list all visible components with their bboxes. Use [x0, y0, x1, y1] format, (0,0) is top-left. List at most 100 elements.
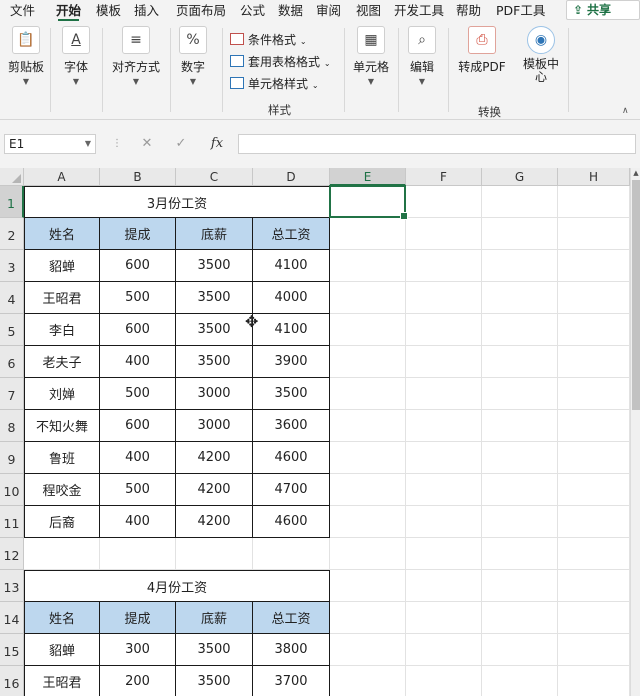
april-salary-data-cell[interactable]: 3700 [253, 666, 330, 696]
row-header-4[interactable]: 4 [0, 282, 24, 314]
april-salary-header-cell[interactable]: 提成 [100, 602, 176, 634]
row-header-3[interactable]: 3 [0, 250, 24, 282]
march-salary-title[interactable]: 3月份工资 [24, 186, 330, 218]
tab-2[interactable]: 模板 [96, 0, 121, 22]
scroll-up-icon[interactable]: ▲ [631, 168, 640, 178]
march-salary-data-cell[interactable]: 不知火舞 [24, 410, 100, 442]
march-salary-header-cell[interactable]: 总工资 [253, 218, 330, 250]
column-header-E[interactable]: E [330, 168, 406, 186]
row-header-16[interactable]: 16 [0, 666, 24, 696]
april-salary-title[interactable]: 4月份工资 [24, 570, 330, 602]
font-button[interactable]: A 字体 ▼ [58, 26, 94, 86]
april-salary-header-cell[interactable]: 总工资 [253, 602, 330, 634]
march-salary-header-cell[interactable]: 提成 [100, 218, 176, 250]
march-salary-data-cell[interactable]: 老夫子 [24, 346, 100, 378]
cells-button[interactable]: ▦ 单元格 ▼ [350, 26, 392, 86]
formula-input[interactable] [238, 134, 636, 154]
march-salary-data-cell[interactable]: 600 [100, 410, 176, 442]
april-salary-data-cell[interactable]: 3500 [176, 666, 253, 696]
tab-4[interactable]: 页面布局 [176, 0, 226, 22]
april-salary-header-cell[interactable]: 姓名 [24, 602, 100, 634]
drag-handle-icon[interactable]: ⋮ [112, 138, 122, 149]
column-header-D[interactable]: D [253, 168, 330, 186]
insert-function-icon[interactable]: fx [206, 134, 228, 154]
tab-9[interactable]: 开发工具 [394, 0, 444, 22]
march-salary-data-cell[interactable]: 王昭君 [24, 282, 100, 314]
march-salary-data-cell[interactable]: 600 [100, 314, 176, 346]
row-header-12[interactable]: 12 [0, 538, 24, 570]
column-header-A[interactable]: A [24, 168, 100, 186]
row-header-6[interactable]: 6 [0, 346, 24, 378]
march-salary-data-cell[interactable]: 后裔 [24, 506, 100, 538]
march-salary-data-cell[interactable]: 3000 [176, 410, 253, 442]
march-salary-data-cell[interactable]: 500 [100, 378, 176, 410]
march-salary-data-cell[interactable]: 3600 [253, 410, 330, 442]
row-header-5[interactable]: 5 [0, 314, 24, 346]
tab-11[interactable]: PDF工具 [496, 0, 545, 22]
tab-10[interactable]: 帮助 [456, 0, 481, 22]
march-salary-data-cell[interactable]: 程咬金 [24, 474, 100, 506]
column-header-C[interactable]: C [176, 168, 253, 186]
cell-styles-button[interactable]: 单元格样式 ⌄ [230, 75, 319, 93]
march-salary-data-cell[interactable]: 3900 [253, 346, 330, 378]
april-salary-header-cell[interactable]: 底薪 [176, 602, 253, 634]
april-salary-data-cell[interactable]: 200 [100, 666, 176, 696]
march-salary-data-cell[interactable]: 400 [100, 346, 176, 378]
row-header-13[interactable]: 13 [0, 570, 24, 602]
convert-pdf-button[interactable]: ⎙ 转成PDF [456, 26, 508, 75]
column-header-G[interactable]: G [482, 168, 558, 186]
spreadsheet-grid[interactable]: ABCDEFGH 1 2 3 4 5 6 7 8 9 10 11 12 13 14 15 16 3月份工资 姓名… [0, 168, 640, 696]
alignment-button[interactable]: ≡ 对齐方式 ▼ [108, 26, 164, 86]
row-header-2[interactable]: 2 [0, 218, 24, 250]
march-salary-data-cell[interactable]: 500 [100, 282, 176, 314]
march-salary-data-cell[interactable]: 4100 [253, 314, 330, 346]
row-header-9[interactable]: 9 [0, 442, 24, 474]
april-salary-data-cell[interactable]: 王昭君 [24, 666, 100, 696]
tab-6[interactable]: 数据 [278, 0, 303, 22]
march-salary-data-cell[interactable]: 鲁班 [24, 442, 100, 474]
march-salary-data-cell[interactable]: 3500 [176, 282, 253, 314]
march-salary-data-cell[interactable]: 500 [100, 474, 176, 506]
active-cell-indicator[interactable] [329, 185, 408, 220]
march-salary-data-cell[interactable]: 李白 [24, 314, 100, 346]
tab-3[interactable]: 插入 [134, 0, 159, 22]
april-salary-data-cell[interactable]: 貂蝉 [24, 634, 100, 666]
template-center-button[interactable]: ◉ 模板中心 [520, 26, 562, 84]
collapse-ribbon-icon[interactable]: ∧ [622, 106, 629, 116]
number-button[interactable]: % 数字 ▼ [174, 26, 212, 86]
tab-5[interactable]: 公式 [240, 0, 265, 22]
march-salary-data-cell[interactable]: 貂蝉 [24, 250, 100, 282]
april-salary-data-cell[interactable]: 300 [100, 634, 176, 666]
row-header-8[interactable]: 8 [0, 410, 24, 442]
row-header-11[interactable]: 11 [0, 506, 24, 538]
march-salary-data-cell[interactable]: 3500 [176, 250, 253, 282]
march-salary-header-cell[interactable]: 底薪 [176, 218, 253, 250]
march-salary-data-cell[interactable]: 4200 [176, 474, 253, 506]
march-salary-data-cell[interactable]: 3500 [176, 314, 253, 346]
march-salary-data-cell[interactable]: 4600 [253, 506, 330, 538]
april-salary-data-cell[interactable]: 3800 [253, 634, 330, 666]
march-salary-data-cell[interactable]: 4200 [176, 506, 253, 538]
march-salary-data-cell[interactable]: 3000 [176, 378, 253, 410]
name-box[interactable]: E1 ▼ [4, 134, 96, 154]
march-salary-data-cell[interactable]: 600 [100, 250, 176, 282]
march-salary-data-cell[interactable]: 4200 [176, 442, 253, 474]
tab-7[interactable]: 审阅 [316, 0, 341, 22]
conditional-format-button[interactable]: 条件格式 ⌄ [230, 31, 307, 49]
table-format-button[interactable]: 套用表格格式 ⌄ [230, 53, 331, 71]
row-header-15[interactable]: 15 [0, 634, 24, 666]
march-salary-data-cell[interactable]: 3500 [176, 346, 253, 378]
march-salary-data-cell[interactable]: 4700 [253, 474, 330, 506]
select-all-button[interactable] [0, 168, 24, 186]
scrollbar-thumb[interactable] [632, 180, 640, 410]
column-header-B[interactable]: B [100, 168, 176, 186]
march-salary-data-cell[interactable]: 4100 [253, 250, 330, 282]
column-header-H[interactable]: H [558, 168, 630, 186]
cancel-icon[interactable]: ✕ [136, 134, 158, 154]
march-salary-data-cell[interactable]: 400 [100, 442, 176, 474]
row-header-14[interactable]: 14 [0, 602, 24, 634]
march-salary-data-cell[interactable]: 3500 [253, 378, 330, 410]
share-button[interactable]: ⇪ 共享 [566, 0, 640, 20]
row-header-10[interactable]: 10 [0, 474, 24, 506]
confirm-icon[interactable]: ✓ [170, 134, 192, 154]
